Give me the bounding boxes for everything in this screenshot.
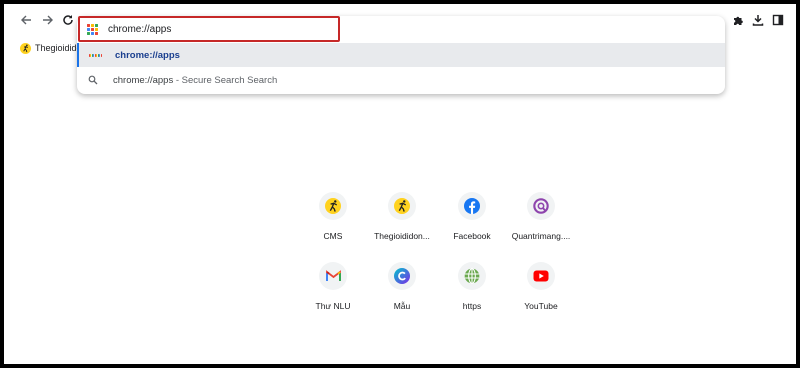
forward-button[interactable] (40, 12, 56, 28)
browser-window: Thegioididon chrome://apps chrome://apps… (4, 4, 796, 364)
shortcut-label: Thư NLU (315, 301, 351, 311)
shortcut-tile (527, 192, 555, 220)
canva-icon (394, 268, 410, 284)
address-bar[interactable] (77, 16, 725, 42)
shortcut-tile (458, 262, 486, 290)
shortcut-tile (458, 192, 486, 220)
shortcut-label: Facebook (453, 231, 491, 241)
shortcut-label: YouTube (524, 301, 558, 311)
suggestion-apps[interactable]: chrome://apps (77, 43, 725, 67)
shortcut-tile (527, 262, 555, 290)
back-arrow-icon (21, 15, 31, 25)
shortcut-label: CMS (323, 231, 343, 241)
globe-icon (464, 268, 480, 284)
reload-button[interactable] (60, 12, 76, 28)
youtube-icon (533, 270, 549, 282)
downloads-button[interactable] (750, 12, 766, 28)
runner-icon (325, 198, 341, 214)
suggestion-query: chrome://apps (113, 74, 174, 86)
shortcut-label: https (462, 301, 482, 311)
facebook-icon (464, 198, 480, 214)
search-icon (87, 75, 99, 85)
reload-icon (63, 15, 73, 25)
apps-grid-icon (89, 53, 101, 57)
shortcut-label: Mẫu (393, 301, 411, 311)
apps-grid-icon (87, 23, 98, 35)
shortcut-tile (319, 262, 347, 290)
shortcut-thegioididong[interactable]: Thegioididon... (365, 192, 439, 256)
shortcut-label: Quantrimang.... (511, 231, 571, 241)
gmail-icon (325, 270, 341, 281)
runner-icon (20, 42, 31, 54)
puzzle-icon (734, 16, 743, 25)
shortcut-tile (388, 192, 416, 220)
quantrimang-icon (533, 198, 549, 214)
shortcut-thu-nlu[interactable]: Thư NLU (296, 262, 370, 326)
shortcut-mau[interactable]: Mẫu (365, 262, 439, 326)
shortcut-label: Thegioididon... (374, 231, 430, 241)
shortcut-cms[interactable]: CMS (296, 192, 370, 256)
side-panel-button[interactable] (770, 12, 786, 28)
shortcut-youtube[interactable]: YouTube (504, 262, 578, 326)
forward-arrow-icon (43, 15, 53, 25)
extensions-button[interactable] (730, 12, 746, 28)
shortcut-facebook[interactable]: Facebook (435, 192, 509, 256)
suggestion-text: chrome://apps - Secure Search Search (113, 75, 277, 86)
shortcut-tile (319, 192, 347, 220)
side-panel-icon (772, 14, 784, 26)
suggestion-description: - Secure Search Search (173, 74, 278, 86)
suggestion-text: chrome://apps (115, 49, 180, 61)
omnibox-dropdown: chrome://apps chrome://apps - Secure Sea… (77, 16, 725, 94)
address-input[interactable] (108, 23, 508, 35)
download-icon (752, 15, 764, 26)
shortcut-https[interactable]: https (435, 262, 509, 326)
back-button[interactable] (18, 12, 34, 28)
suggestion-search[interactable]: chrome://apps - Secure Search Search (77, 68, 725, 92)
shortcut-quantrimang[interactable]: Quantrimang.... (504, 192, 578, 256)
runner-icon (394, 198, 410, 214)
shortcut-tile (388, 262, 416, 290)
